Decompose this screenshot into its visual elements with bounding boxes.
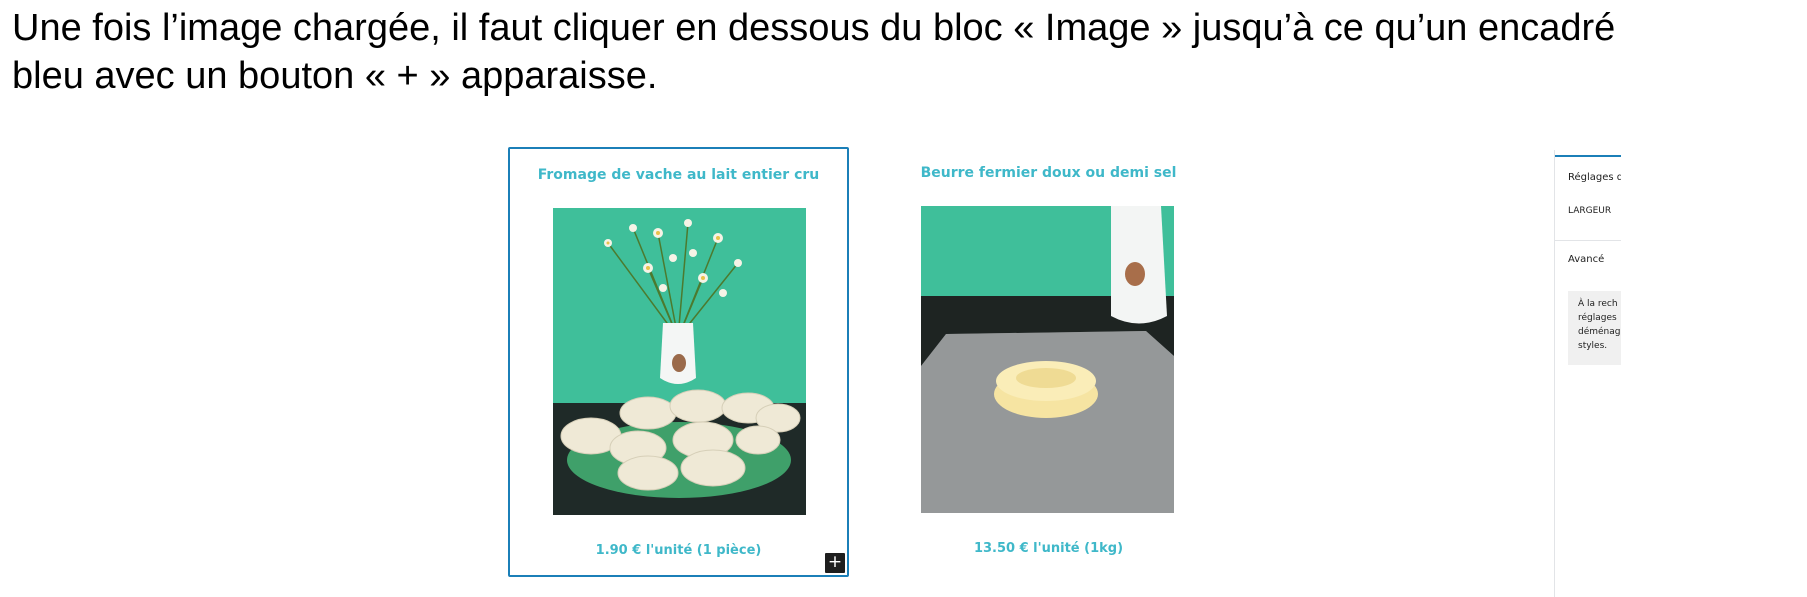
product-block-selected[interactable]: Fromage de vache au lait entier cru 1.90… <box>508 147 849 577</box>
notice-line: déménag <box>1578 327 1621 337</box>
advanced-section-toggle[interactable]: Avancé <box>1568 254 1604 265</box>
product-title: Beurre fermier doux ou demi sel <box>920 165 1177 181</box>
settings-notice: À la rech réglages déménag styles. <box>1568 291 1621 365</box>
active-tab-indicator <box>1555 155 1621 157</box>
product-price: 13.50 € l'unité (1kg) <box>973 541 1124 556</box>
notice-line: À la rech <box>1578 299 1618 309</box>
cheese-photo <box>553 208 806 515</box>
editor-canvas: Fromage de vache au lait entier cru 1.90… <box>0 0 1807 597</box>
panel-divider <box>1555 240 1621 241</box>
product-block[interactable]: Beurre fermier doux ou demi sel 13.50 € … <box>878 147 1219 577</box>
butter-photo <box>921 206 1174 513</box>
width-label: LARGEUR <box>1568 206 1612 216</box>
product-price: 1.90 € l'unité (1 pièce) <box>595 543 762 558</box>
product-image-butter[interactable] <box>921 206 1174 513</box>
add-block-button[interactable]: + <box>825 553 845 573</box>
notice-line: styles. <box>1578 341 1608 351</box>
product-image-cheese[interactable] <box>553 208 806 515</box>
notice-line: réglages <box>1578 313 1617 323</box>
product-title: Fromage de vache au lait entier cru <box>537 167 820 183</box>
settings-heading[interactable]: Réglages d <box>1568 172 1621 183</box>
block-settings-panel: Réglages d LARGEUR Avancé À la rech régl… <box>1554 150 1621 597</box>
